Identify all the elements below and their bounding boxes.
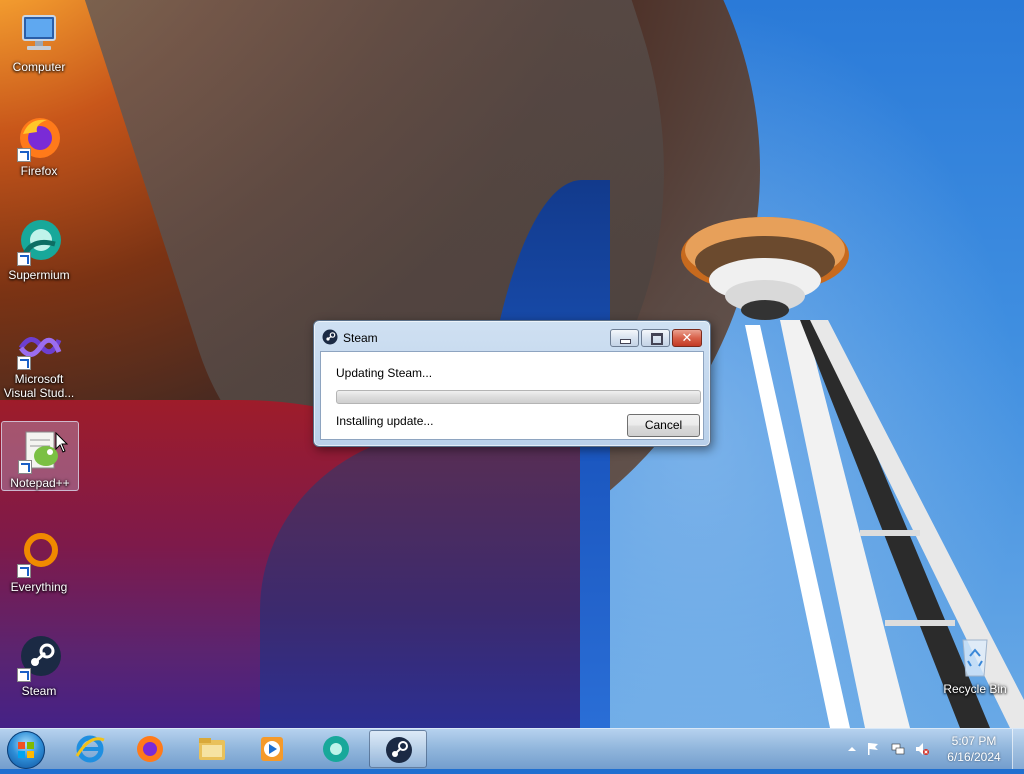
close-icon: ✕ <box>681 330 693 345</box>
desktop-icon-supermium[interactable]: Supermium <box>1 214 77 282</box>
steam-icon <box>322 329 338 345</box>
close-button[interactable]: ✕ <box>672 329 702 347</box>
network-icon[interactable] <box>891 742 905 756</box>
minimize-icon <box>620 339 631 344</box>
shortcut-arrow-icon <box>17 668 31 682</box>
volume-muted-icon[interactable] <box>915 742 929 756</box>
shortcut-arrow-icon <box>17 564 31 578</box>
taskbar-supermium[interactable] <box>307 730 365 768</box>
everything-icon <box>15 530 63 578</box>
computer-icon <box>15 10 63 58</box>
minimize-button[interactable] <box>610 329 639 347</box>
desktop-icon-label: Microsoft Visual Stud... <box>3 372 75 400</box>
shortcut-arrow-icon <box>17 148 31 162</box>
taskbar-file-explorer[interactable] <box>183 730 241 768</box>
taskbar-media-player[interactable] <box>243 730 301 768</box>
desktop-icon-computer[interactable]: Computer <box>1 6 77 74</box>
taskbar-steam[interactable] <box>369 730 427 768</box>
shortcut-arrow-icon <box>17 356 31 370</box>
update-substatus-text: Installing update... <box>336 414 434 428</box>
desktop-icon-everything[interactable]: Everything <box>1 526 77 594</box>
visual-studio-icon <box>15 322 63 370</box>
maximize-button[interactable] <box>641 329 670 347</box>
desktop-icon-label: Notepad++ <box>10 476 70 490</box>
internet-explorer-icon <box>75 735 105 763</box>
dialog-title: Steam <box>343 331 378 345</box>
clock-time: 5:07 PM <box>951 734 997 748</box>
steam-update-dialog[interactable]: Steam ✕ Updating Steam... Installing upd… <box>313 320 711 447</box>
show-hidden-icons-chevron-icon[interactable] <box>845 742 859 756</box>
mouse-cursor-icon <box>55 432 69 453</box>
desktop-icon-steam[interactable]: Steam <box>1 630 77 698</box>
dialog-content: Updating Steam... Installing update... C… <box>320 351 704 440</box>
update-status-text: Updating Steam... <box>336 366 433 380</box>
shortcut-arrow-icon <box>18 460 32 474</box>
desktop-icon-label: Steam <box>21 684 57 698</box>
recycle-bin-icon <box>951 632 999 680</box>
cancel-button[interactable]: Cancel <box>627 414 700 437</box>
desktop-icon-label: Supermium <box>8 268 70 282</box>
supermium-icon <box>15 218 63 266</box>
desktop-icon-label: Everything <box>10 580 68 594</box>
taskbar-firefox[interactable] <box>121 730 179 768</box>
supermium-icon <box>323 736 349 762</box>
shortcut-arrow-icon <box>17 252 31 266</box>
clock-date: 6/16/2024 <box>947 750 1001 764</box>
firefox-icon <box>137 736 163 762</box>
start-button[interactable] <box>7 731 45 769</box>
action-center-flag-icon[interactable] <box>866 742 880 756</box>
system-clock[interactable]: 5:07 PM 6/16/2024 <box>938 733 1010 765</box>
media-player-icon <box>261 737 283 761</box>
desktop-icon-label: Computer <box>12 60 66 74</box>
show-desktop-button[interactable] <box>1012 729 1024 769</box>
steam-icon <box>15 634 63 682</box>
desktop-icon-visual-studio[interactable]: Microsoft Visual Stud... <box>1 318 77 400</box>
windows-logo-icon <box>18 742 34 758</box>
caption-buttons: ✕ <box>608 329 702 347</box>
maximize-icon <box>651 333 663 345</box>
firefox-icon <box>15 114 63 162</box>
dialog-titlebar[interactable]: Steam ✕ <box>314 321 710 351</box>
desktop-icon-label: Recycle Bin <box>943 682 1007 696</box>
update-progress-bar <box>336 390 701 404</box>
desktop-icon-firefox[interactable]: Firefox <box>1 110 77 178</box>
steam-icon <box>386 737 412 763</box>
taskbar: 5:07 PM 6/16/2024 <box>0 728 1024 769</box>
desktop-icon-label: Firefox <box>20 164 58 178</box>
desktop-icon-recycle-bin[interactable]: Recycle Bin <box>937 628 1013 696</box>
taskbar-internet-explorer[interactable] <box>61 730 119 768</box>
file-explorer-icon <box>199 738 225 760</box>
